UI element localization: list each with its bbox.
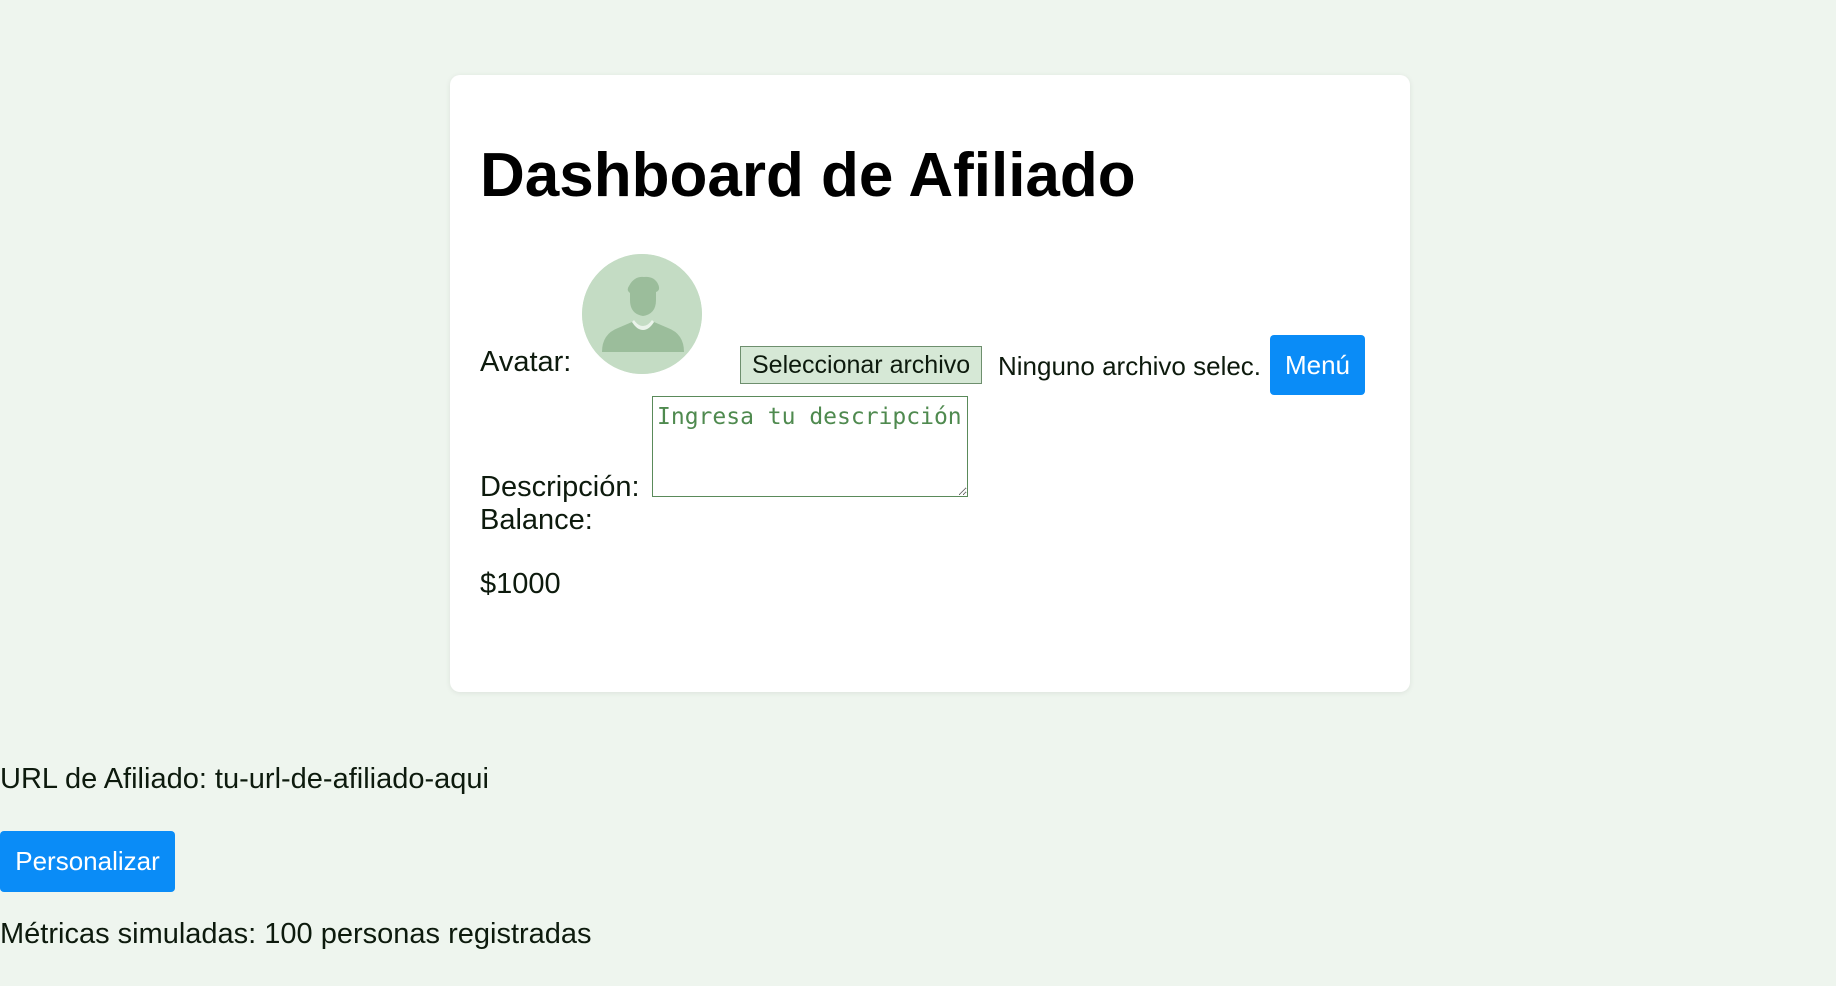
balance-value: $1000 xyxy=(480,568,561,600)
personalize-button[interactable]: Personalizar xyxy=(0,831,175,892)
description-input[interactable] xyxy=(652,396,968,497)
user-silhouette-icon xyxy=(582,254,702,374)
affiliate-url-text: URL de Afiliado: tu-url-de-afiliado-aqui xyxy=(0,763,489,795)
page-title: Dashboard de Afiliado xyxy=(480,141,1136,210)
avatar xyxy=(582,254,702,374)
dashboard-card: Dashboard de Afiliado Avatar: Selecciona… xyxy=(450,75,1410,692)
metrics-text: Métricas simuladas: 100 personas registr… xyxy=(0,918,592,950)
choose-file-button[interactable]: Seleccionar archivo xyxy=(740,346,983,384)
balance-label: Balance: xyxy=(480,504,593,536)
file-status-text: Ninguno archivo selec. xyxy=(998,351,1262,381)
menu-button[interactable]: Menú xyxy=(1270,335,1365,395)
avatar-label: Avatar: xyxy=(480,346,572,378)
description-label: Descripción: xyxy=(480,471,640,503)
